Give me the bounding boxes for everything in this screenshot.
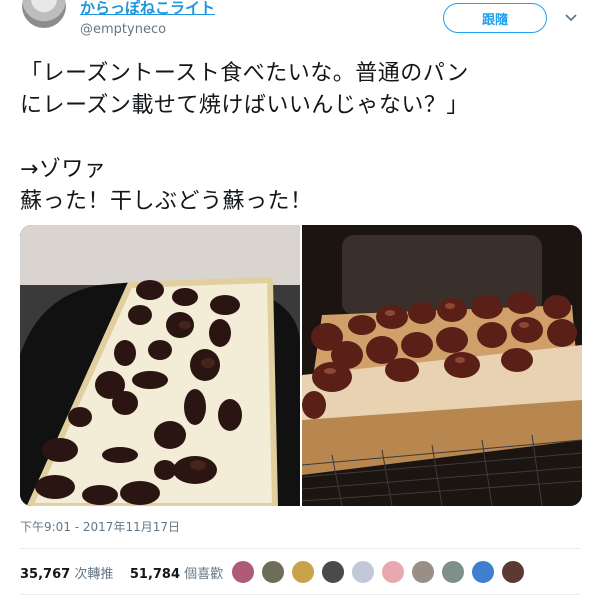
follow-button[interactable]: 跟隨 (443, 3, 547, 33)
tweet-stats: 35,767 次轉推 51,784 個喜歡 (20, 563, 223, 582)
tweet-photo-raisin-bread-before[interactable] (20, 225, 300, 506)
user-display-name[interactable]: からっぽねこライト (80, 0, 215, 18)
liker-avatar[interactable] (501, 560, 525, 584)
chevron-down-icon[interactable] (563, 10, 579, 26)
user-avatar[interactable] (22, 0, 66, 28)
photo-raisin-bread-before-illustration (20, 225, 300, 506)
liker-avatar[interactable] (351, 560, 375, 584)
liker-avatar[interactable] (231, 560, 255, 584)
likes-count[interactable]: 51,784 (130, 567, 180, 582)
divider-top (20, 548, 580, 549)
tweet-media (20, 225, 582, 506)
liker-avatar[interactable] (321, 560, 345, 584)
retweets-label[interactable]: 次轉推 (74, 567, 113, 582)
liker-avatar[interactable] (261, 560, 285, 584)
liker-avatar[interactable] (471, 560, 495, 584)
liker-avatar[interactable] (381, 560, 405, 584)
retweets-count[interactable]: 35,767 (20, 567, 70, 582)
photo-raisin-bread-toasted-illustration (302, 225, 582, 506)
liker-avatar[interactable] (441, 560, 465, 584)
liker-avatar[interactable] (291, 560, 315, 584)
liker-avatars (231, 560, 525, 584)
tweet-text: 「レーズントースト食べたいな。普通のパン にレーズン載せて焼けばいいんじゃない？… (20, 61, 469, 214)
likes-label[interactable]: 個喜歡 (184, 567, 223, 582)
divider-bottom (20, 594, 580, 595)
user-handle[interactable]: @emptyneco (80, 22, 166, 37)
tweet-photo-raisin-bread-toasted[interactable] (302, 225, 582, 506)
liker-avatar[interactable] (411, 560, 435, 584)
tweet-timestamp[interactable]: 下午9:01 - 2017年11月17日 (20, 518, 180, 535)
